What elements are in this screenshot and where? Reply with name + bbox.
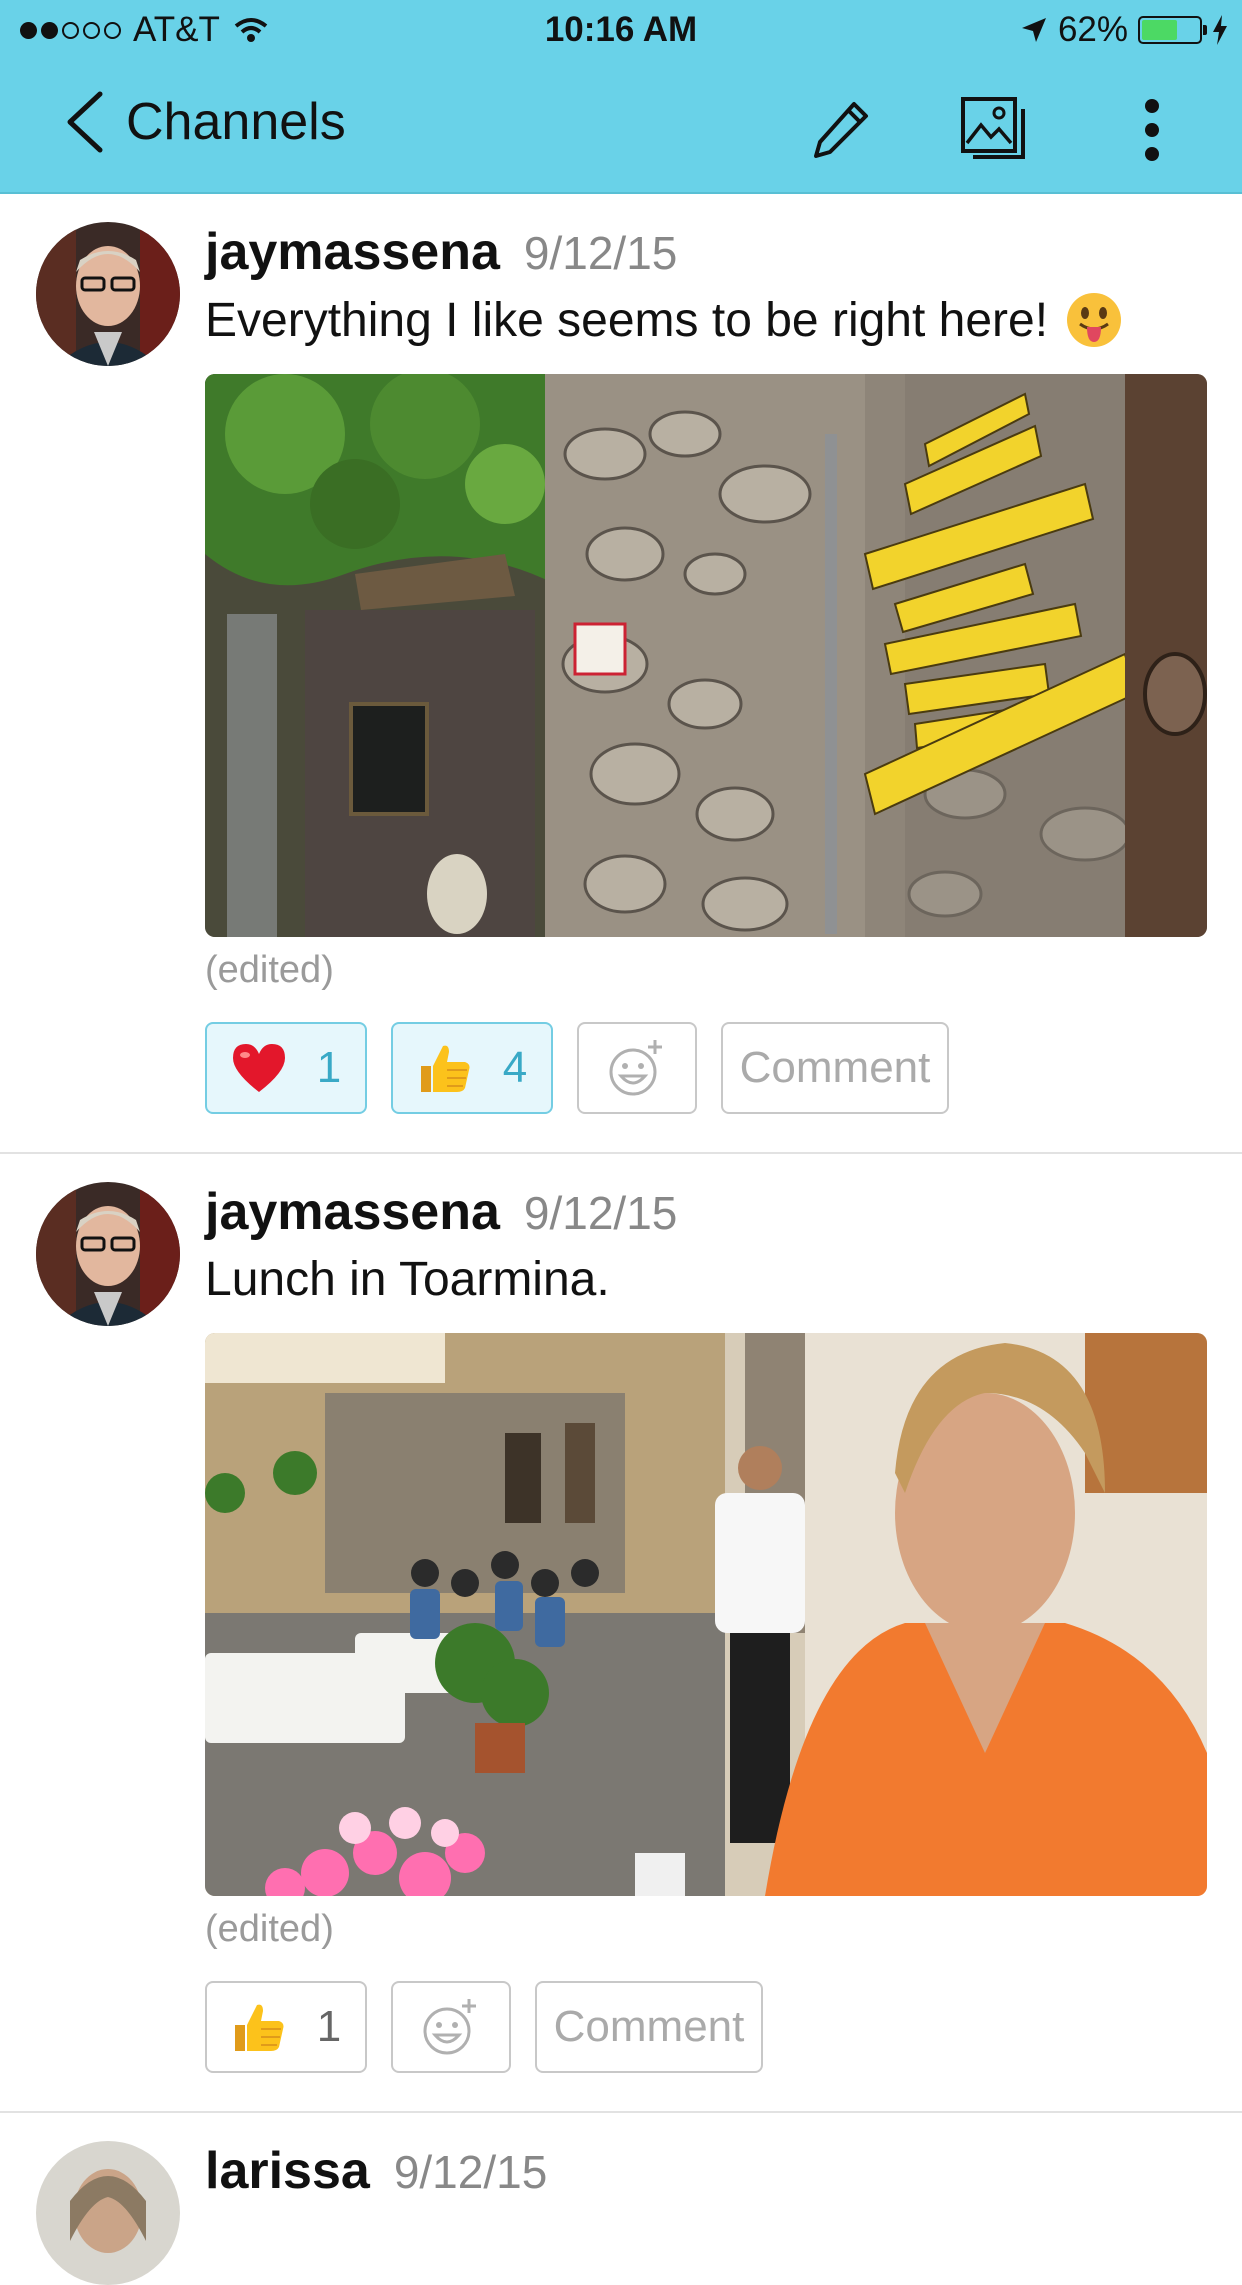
post-message: Lunch in Toarmina. — [205, 1252, 1207, 1307]
comment-button[interactable]: Comment — [721, 1022, 949, 1114]
message-text: Lunch in Toarmina. — [205, 1253, 610, 1306]
post-body: jaymassena 9/12/15 Lunch in Toarmina. (e… — [205, 1154, 1207, 2073]
message-feed: jaymassena 9/12/15 Everything I like see… — [0, 194, 1242, 2285]
avatar-image — [36, 2141, 180, 2285]
comment-label: Comment — [553, 2002, 745, 2051]
avatar[interactable] — [36, 222, 180, 366]
reaction-count: 4 — [502, 1043, 528, 1092]
reaction-count: 1 — [316, 2002, 342, 2051]
avatar-image — [36, 222, 180, 366]
reaction-thumbs-up-button[interactable]: 4 — [391, 1022, 553, 1114]
avatar[interactable] — [36, 1182, 180, 1326]
reaction-heart-button[interactable]: 1 — [205, 1022, 367, 1114]
thumbs-up-icon — [420, 1045, 470, 1092]
add-reaction-button[interactable] — [577, 1022, 697, 1114]
chevron-left-icon — [67, 91, 103, 153]
back-button[interactable]: Channels — [62, 90, 346, 154]
post-body: jaymassena 9/12/15 Everything I like see… — [205, 194, 1207, 1114]
post-photo[interactable] — [205, 1333, 1207, 1896]
photo-taormina-wall — [205, 374, 1207, 937]
add-reaction-button[interactable] — [391, 1981, 511, 2073]
pencil-icon — [814, 102, 868, 158]
avatar-image — [36, 1182, 180, 1326]
post-header: jaymassena 9/12/15 — [205, 222, 1207, 282]
nav-bar: Channels — [0, 70, 1242, 190]
post: larissa 9/12/15 — [0, 2113, 1242, 2285]
comment-button[interactable]: Comment — [535, 1981, 763, 2073]
more-vertical-icon — [1145, 99, 1159, 161]
battery-icon — [1138, 16, 1207, 44]
post-actions: 1 Comment — [205, 1981, 1207, 2073]
battery-nub — [1203, 25, 1207, 35]
post-header: larissa 9/12/15 — [205, 2141, 1207, 2201]
battery-percent: 62% — [1057, 10, 1128, 49]
compose-button[interactable] — [800, 90, 880, 170]
author-name[interactable]: jaymassena — [205, 222, 500, 282]
message-text: Everything I like seems to be right here… — [205, 293, 1049, 347]
status-right: 62% — [1020, 10, 1228, 50]
reaction-count: 1 — [316, 1043, 342, 1092]
author-name[interactable]: larissa — [205, 2141, 370, 2201]
avatar[interactable] — [36, 2141, 180, 2285]
photo-lunch-taormina — [205, 1333, 1207, 1896]
battery-fill — [1142, 20, 1177, 40]
top-bar: AT&T 10:16 AM 62% Channels — [0, 0, 1242, 194]
reaction-thumbs-up-button[interactable]: 1 — [205, 1981, 367, 2073]
gallery-button[interactable] — [954, 90, 1034, 170]
post-date: 9/12/15 — [523, 227, 678, 279]
post-date: 9/12/15 — [523, 1187, 678, 1239]
post-header: jaymassena 9/12/15 — [205, 1182, 1207, 1242]
location-arrow-icon — [1021, 18, 1046, 42]
author-name[interactable]: jaymassena — [205, 1182, 500, 1242]
post-date: 9/12/15 — [393, 2146, 548, 2198]
status-bar: AT&T 10:16 AM 62% — [0, 0, 1242, 60]
comment-label: Comment — [739, 1043, 931, 1092]
post-body: larissa 9/12/15 — [205, 2113, 1207, 2201]
edited-label: (edited) — [205, 949, 334, 991]
more-button[interactable] — [1112, 90, 1192, 170]
add-reaction-icon — [609, 1040, 662, 1096]
tongue-face-emoji-icon — [1067, 293, 1122, 347]
back-label: Channels — [126, 93, 346, 151]
post: jaymassena 9/12/15 Everything I like see… — [0, 194, 1242, 1154]
thumbs-up-icon — [234, 2004, 284, 2051]
post-actions: 1 4 Comment — [205, 1022, 1207, 1114]
post-photo[interactable] — [205, 374, 1207, 937]
edited-label: (edited) — [205, 1908, 334, 1950]
add-reaction-icon — [423, 1999, 476, 2055]
gallery-icon — [961, 97, 1025, 159]
post: jaymassena 9/12/15 Lunch in Toarmina. (e… — [0, 1154, 1242, 2113]
heart-icon — [232, 1044, 285, 1092]
post-message: Everything I like seems to be right here… — [205, 292, 1207, 348]
charging-bolt-icon — [1213, 15, 1227, 45]
